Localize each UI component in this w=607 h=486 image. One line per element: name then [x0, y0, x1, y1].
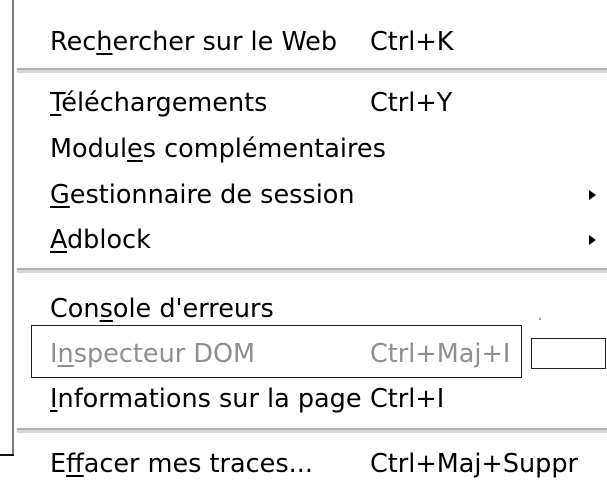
menu-item-informations-sur-la-page[interactable]: Informations sur la page Ctrl+I [14, 377, 607, 421]
accesskey-underline: f [66, 449, 84, 479]
menu-item-label: Effacer mes traces... [50, 449, 313, 479]
accesskey-underline: G [50, 180, 70, 210]
menu-item-modules-complementaires[interactable]: Modules complémentaires [14, 127, 607, 171]
highlight-box [31, 325, 522, 378]
accesskey-underline: e [127, 134, 143, 164]
outline-box [531, 338, 606, 369]
menu-item-gestionnaire-de-session[interactable]: Gestionnaire de session [14, 173, 607, 217]
window-edge-line [0, 454, 14, 456]
accesskey-underline: s [99, 294, 113, 324]
submenu-arrow-icon [589, 190, 596, 200]
accesskey-underline: I [50, 384, 58, 414]
menu-item-label: Informations sur la page [50, 384, 362, 414]
accesskey-underline: T [50, 88, 62, 118]
menu-item-shortcut: Ctrl+Maj+Suppr [370, 449, 579, 479]
menu-item-label: Rechercher sur le Web [50, 27, 338, 57]
menu-separator [17, 268, 607, 273]
menu-item-telechargements[interactable]: Téléchargements Ctrl+Y [14, 81, 607, 125]
menu-item-shortcut: Ctrl+K [370, 27, 454, 57]
menu-item-label: Gestionnaire de session [50, 180, 355, 210]
menu-item-label: Modules complémentaires [50, 134, 386, 164]
menu-item-shortcut: Ctrl+Y [370, 88, 453, 118]
menu-item-rechercher-sur-le-web[interactable]: Rechercher sur le Web Ctrl+K [14, 20, 607, 64]
context-menu: Rechercher sur le Web Ctrl+K Téléchargem… [0, 0, 607, 486]
accesskey-underline: A [50, 225, 67, 255]
menu-item-adblock[interactable]: Adblock [14, 218, 607, 262]
stray-dot [539, 318, 541, 320]
menu-separator [17, 68, 607, 73]
menu-separator [17, 428, 607, 433]
accesskey-underline: h [96, 27, 113, 57]
submenu-arrow-icon [589, 235, 596, 245]
menu-item-effacer-mes-traces[interactable]: Effacer mes traces... Ctrl+Maj+Suppr [14, 442, 607, 486]
menu-item-label: Téléchargements [50, 88, 268, 118]
menu-item-label: Adblock [50, 225, 151, 255]
menu-item-shortcut: Ctrl+I [370, 384, 445, 414]
